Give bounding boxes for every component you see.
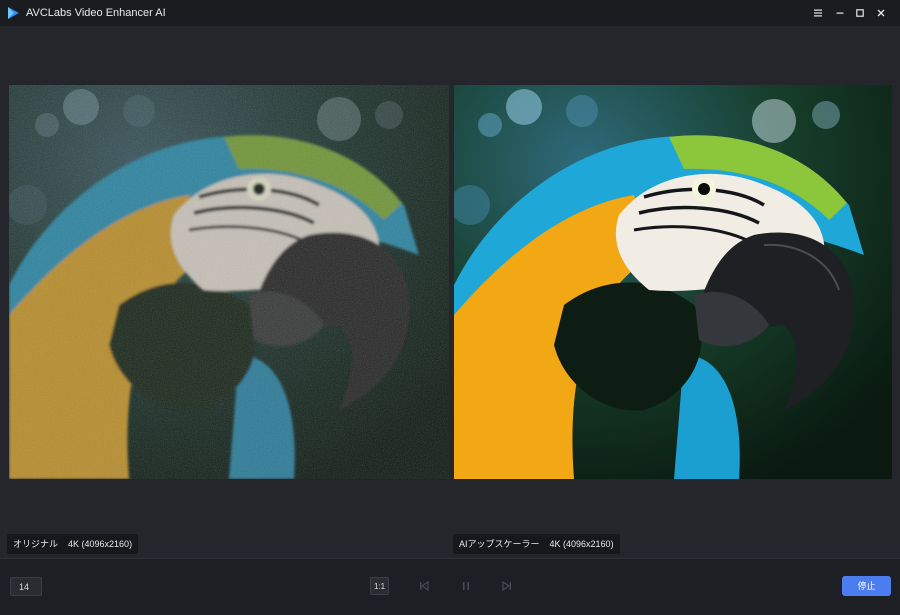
upscaled-label-text: AIアップスケーラー [459, 539, 540, 549]
original-preview-image[interactable] [9, 85, 449, 479]
skip-forward-icon[interactable] [501, 580, 513, 592]
enhanced-preview-image[interactable] [454, 85, 892, 479]
original-label: オリジナル 4K (4096x2160) [7, 534, 139, 554]
menu-button[interactable] [809, 4, 827, 22]
original-label-text: オリジナル [13, 539, 59, 549]
close-button[interactable] [872, 4, 890, 22]
minimize-button[interactable] [831, 4, 849, 22]
upscaled-resolution: 4K (4096x2160) [549, 539, 614, 549]
app-window: AVCLabs Video Enhancer AI オリジナル 4K (4096… [0, 0, 900, 615]
maximize-icon [856, 9, 864, 17]
stop-button[interactable]: 停止 [842, 576, 891, 596]
menu-icon [814, 9, 822, 17]
zoom-1to1-button[interactable]: 1:1 [370, 577, 389, 595]
pause-icon[interactable] [460, 580, 472, 592]
maximize-button[interactable] [851, 4, 869, 22]
upscaled-label: AIアップスケーラー 4K (4096x2160) [453, 534, 620, 554]
close-icon [877, 9, 885, 17]
title-bar: AVCLabs Video Enhancer AI [0, 0, 900, 26]
playback-controls: 14 1:1 停止 [0, 558, 900, 615]
app-title: AVCLabs Video Enhancer AI [26, 7, 166, 19]
frame-number-input[interactable]: 14 [10, 577, 42, 596]
original-resolution: 4K (4096x2160) [68, 539, 133, 549]
minimize-icon [836, 12, 844, 14]
skip-back-icon[interactable] [418, 580, 430, 592]
app-logo-icon [8, 7, 19, 19]
preview-area: オリジナル 4K (4096x2160) AIアップスケーラー 4K (4096… [0, 26, 900, 558]
